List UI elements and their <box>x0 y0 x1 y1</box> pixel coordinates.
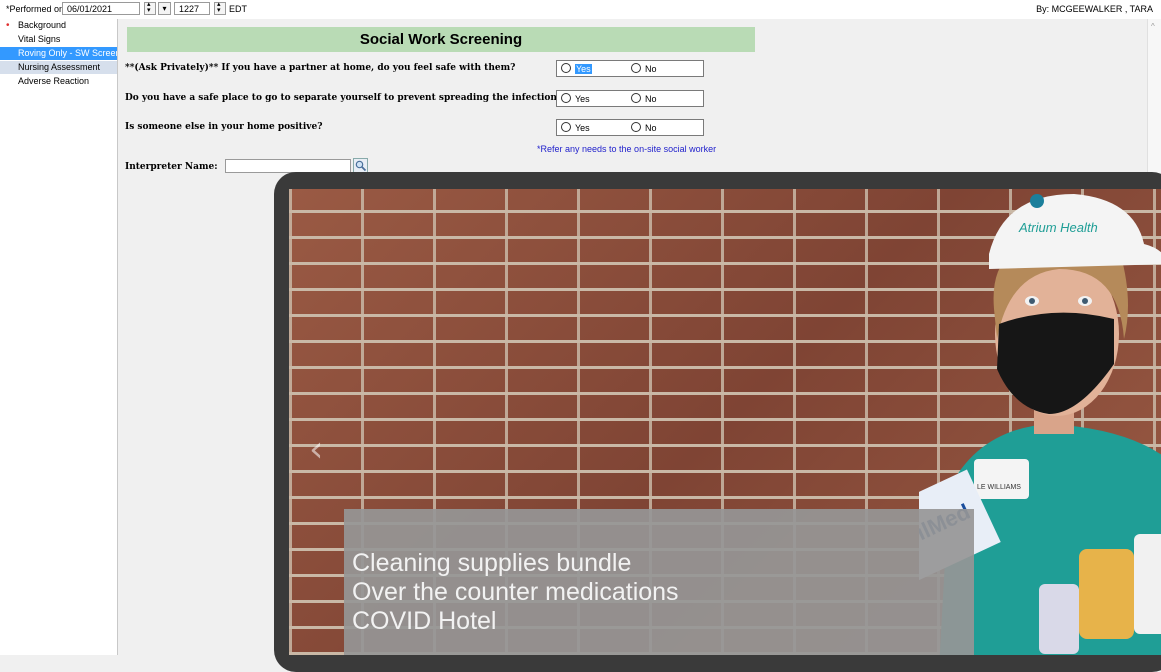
date-spinner[interactable] <box>144 0 156 15</box>
interpreter-label: Interpreter Name: <box>125 162 218 172</box>
performed-on-label: *Performed on: <box>6 4 67 14</box>
option-yes[interactable]: Yes <box>561 63 592 74</box>
option-no[interactable]: No <box>631 63 657 74</box>
badge-text: LE WILLIAMS <box>977 484 1021 491</box>
overlay-photo: ‹ Atrium Health LE WILLIAMS NeilMed Clea… <box>289 189 1161 655</box>
question-safe-place: Do you have a safe place to go to separa… <box>125 93 563 103</box>
date-dropdown-button[interactable]: ▾ <box>158 2 171 15</box>
radio-icon <box>631 122 641 132</box>
caption-box: Cleaning supplies bundle Over the counte… <box>344 509 974 655</box>
performed-date-field[interactable]: 06/01/2021 <box>62 2 140 15</box>
scroll-up-icon[interactable]: ^ <box>1151 22 1155 31</box>
option-label: Yes <box>575 123 590 133</box>
timezone-label: EDT <box>229 4 247 14</box>
caption-line: Cleaning supplies bundle <box>352 549 632 577</box>
section-nav: • Background Vital Signs Roving Only - S… <box>0 19 118 655</box>
top-bar: *Performed on: 06/01/2021 ▾ 1227 EDT By:… <box>0 0 1161 20</box>
option-no[interactable]: No <box>631 122 657 133</box>
answer-home-positive: Yes No <box>556 119 704 136</box>
performed-time-field[interactable]: 1227 <box>174 2 210 15</box>
radio-icon <box>561 122 571 132</box>
option-label: No <box>645 123 657 133</box>
nav-item-adverse-reaction[interactable]: Adverse Reaction <box>0 75 117 89</box>
time-spinner[interactable] <box>214 0 226 15</box>
option-label: Yes <box>575 64 592 74</box>
caption-line: Over the counter medications <box>352 578 679 606</box>
option-yes[interactable]: Yes <box>561 93 590 104</box>
cap-logo-text: Atrium Health <box>1018 220 1098 235</box>
radio-icon <box>631 63 641 73</box>
nav-item-background[interactable]: • Background <box>0 19 117 33</box>
radio-icon <box>561 63 571 73</box>
form-title: Social Work Screening <box>127 27 755 52</box>
question-partner-safe: **(Ask Privately)** If you have a partne… <box>125 63 516 73</box>
caption-line: COVID Hotel <box>352 607 497 635</box>
interpreter-name-input[interactable] <box>225 159 351 173</box>
magnifier-icon <box>355 160 367 172</box>
nav-item-nursing-assessment[interactable]: Nursing Assessment <box>0 61 117 75</box>
question-home-positive: Is someone else in your home positive? <box>125 122 323 132</box>
nav-item-label: Vital Signs <box>18 34 61 44</box>
nav-item-vital-signs[interactable]: Vital Signs <box>0 33 117 47</box>
nav-item-label: Background <box>18 20 67 30</box>
nav-item-label: Nursing Assessment <box>18 62 101 72</box>
radio-icon <box>561 93 571 103</box>
option-label: No <box>645 94 657 104</box>
interpreter-search-button[interactable] <box>353 158 368 173</box>
answer-partner-safe: Yes No <box>556 60 704 77</box>
nav-item-label: Adverse Reaction <box>18 76 90 86</box>
performed-by-label: By: MCGEEWALKER , TARA <box>1036 4 1153 14</box>
nav-item-sw-screening[interactable]: Roving Only - SW Screening <box>0 47 117 61</box>
chevron-left-icon[interactable]: ‹ <box>309 429 323 470</box>
option-yes[interactable]: Yes <box>561 122 590 133</box>
answer-safe-place: Yes No <box>556 90 704 107</box>
social-worker-note: *Refer any needs to the on-site social w… <box>537 144 717 154</box>
required-marker: • <box>6 20 10 31</box>
option-label: Yes <box>575 94 590 104</box>
option-label: No <box>645 64 657 74</box>
radio-icon <box>631 93 641 103</box>
option-no[interactable]: No <box>631 93 657 104</box>
nav-item-label: Roving Only - SW Screening <box>18 48 117 58</box>
